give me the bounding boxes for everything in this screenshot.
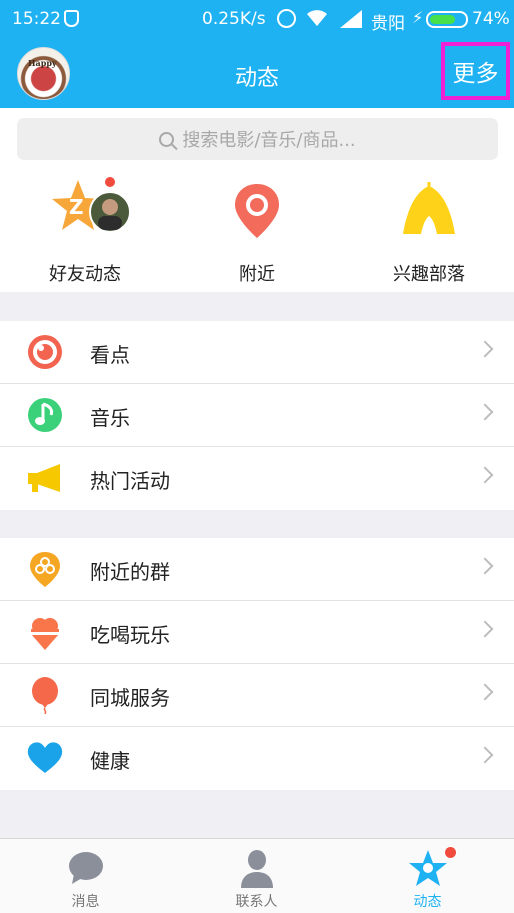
search-placeholder: 搜索电影/音乐/商品...	[182, 130, 356, 151]
chevron-right-icon	[476, 557, 494, 575]
ice-cream-icon	[31, 618, 59, 650]
quick-entries: Z 好友动态 附近 兴趣部落	[0, 168, 514, 292]
wifi-icon	[305, 8, 329, 33]
balloon-icon	[32, 677, 58, 714]
chevron-right-icon	[476, 403, 494, 421]
heart-icon	[27, 742, 63, 773]
list-item-hot-events[interactable]: 热门活动	[0, 447, 514, 510]
tab-contacts[interactable]: 联系人	[171, 839, 342, 913]
menu-section-1: 看点 音乐 热门活动	[0, 321, 514, 510]
charging-icon: ⚡	[412, 8, 424, 27]
quick-entry-label: 兴趣部落	[393, 264, 465, 285]
list-item-music[interactable]: 音乐	[0, 384, 514, 447]
megaphone-icon	[28, 464, 60, 492]
nav-bar: Happy 动态 更多	[0, 38, 514, 108]
more-button[interactable]: 更多	[441, 42, 510, 100]
chevron-right-icon	[476, 683, 494, 701]
contact-person-icon	[241, 850, 273, 888]
alarm-icon	[277, 9, 296, 28]
tab-messages[interactable]: 消息	[0, 839, 171, 913]
list-item-label: 同城服务	[90, 686, 170, 710]
friends-feed-star-icon: Z	[52, 177, 131, 233]
top-bar: 15:22 0.25K/s 贵阳 ⚡ 74% Happy 动态 更多	[0, 0, 514, 108]
list-item-label: 音乐	[90, 406, 130, 430]
list-item-label: 热门活动	[90, 469, 170, 493]
status-battery: 74%	[472, 9, 510, 29]
svg-text:Z: Z	[69, 195, 84, 219]
quick-entry-label: 好友动态	[49, 264, 121, 285]
page-title: 动态	[234, 66, 279, 91]
bottom-tab-bar: 消息 联系人 动态	[0, 838, 514, 913]
chevron-right-icon	[476, 746, 494, 764]
tent-icon	[403, 182, 455, 234]
list-item-nearby-groups[interactable]: 附近的群	[0, 538, 514, 601]
list-item-label: 看点	[90, 343, 130, 367]
search-input[interactable]: 搜索电影/音乐/商品...	[17, 118, 498, 160]
list-item-label: 附近的群	[90, 560, 170, 584]
quick-entry-label: 附近	[239, 264, 275, 285]
status-net-speed: 0.25K/s	[202, 9, 266, 29]
status-time: 15:22	[12, 9, 61, 29]
menu-section-2: 附近的群 吃喝玩乐 同城服务 健康	[0, 538, 514, 790]
tab-label: 联系人	[235, 894, 278, 910]
status-bar: 15:22 0.25K/s 贵阳 ⚡ 74%	[0, 0, 514, 38]
battery-icon	[426, 11, 468, 28]
music-note-icon	[28, 398, 62, 432]
status-carrier: 贵阳	[371, 14, 405, 34]
signal-icon	[340, 10, 362, 28]
list-item-label: 健康	[90, 749, 130, 773]
chat-bubble-icon	[69, 852, 103, 884]
notification-badge	[444, 846, 457, 859]
list-item-label: 吃喝玩乐	[90, 623, 170, 647]
search-area: 搜索电影/音乐/商品...	[0, 108, 514, 168]
group-pin-icon	[30, 552, 60, 587]
list-item-kandian[interactable]: 看点	[0, 321, 514, 384]
list-item-local-services[interactable]: 同城服务	[0, 664, 514, 727]
chevron-right-icon	[476, 466, 494, 484]
tab-label: 动态	[413, 894, 442, 910]
tab-feed[interactable]: 动态	[342, 839, 513, 913]
chevron-right-icon	[476, 620, 494, 638]
chevron-right-icon	[476, 340, 494, 358]
tab-label: 消息	[71, 894, 100, 910]
eye-icon	[28, 335, 62, 369]
location-pin-icon	[235, 184, 279, 238]
list-item-health[interactable]: 健康	[0, 727, 514, 790]
search-icon	[159, 131, 175, 147]
shield-icon	[64, 10, 79, 27]
list-item-food-fun[interactable]: 吃喝玩乐	[0, 601, 514, 664]
star-icon	[409, 850, 447, 886]
